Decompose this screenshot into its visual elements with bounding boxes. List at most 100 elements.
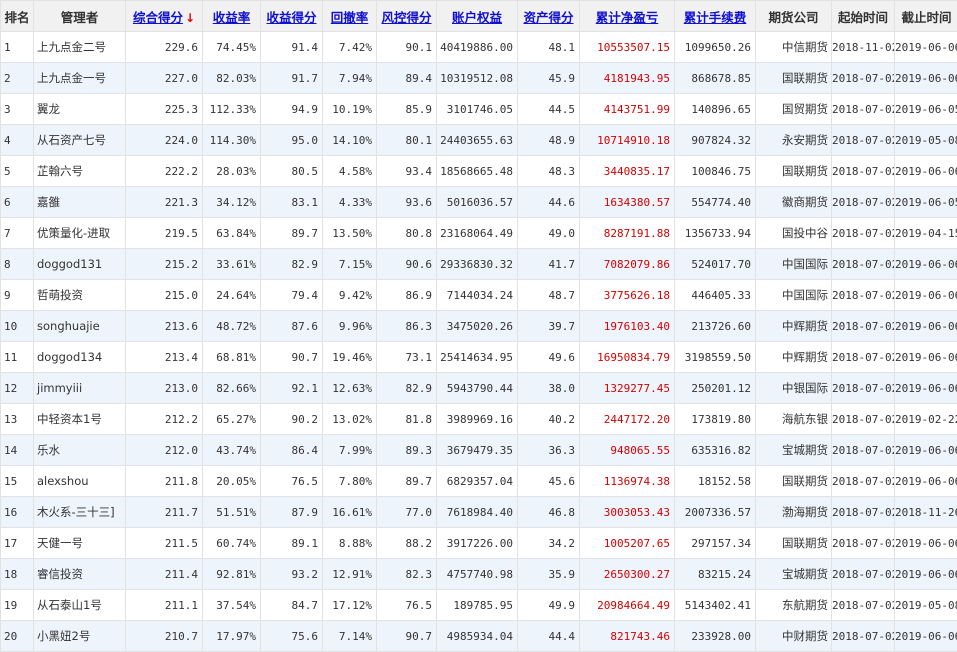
cell-end: 2019-06-05	[895, 94, 957, 125]
cell-net-pnl: 20984664.49	[580, 590, 675, 621]
column-header-return_score[interactable]: 收益得分	[261, 1, 323, 32]
column-header-label[interactable]: 综合得分	[133, 10, 183, 25]
cell-risk-score: 93.4	[377, 156, 437, 187]
cell-risk-score: 93.6	[377, 187, 437, 218]
cell-fees: 297157.34	[675, 528, 756, 559]
column-header-risk_score[interactable]: 风控得分	[377, 1, 437, 32]
cell-asset-score: 48.1	[518, 32, 580, 63]
column-header-label[interactable]: 风控得分	[381, 10, 431, 25]
column-header-label[interactable]: 账户权益	[452, 10, 502, 25]
cell-manager[interactable]: 芷翰六号	[34, 156, 126, 187]
column-header-label[interactable]: 累计手续费	[684, 10, 747, 25]
cell-equity: 40419886.00	[437, 32, 518, 63]
cell-manager[interactable]: 上九点金二号	[34, 32, 126, 63]
column-header-label[interactable]: 资产得分	[523, 10, 573, 25]
column-header-label[interactable]: 回撤率	[331, 10, 369, 25]
cell-asset-score: 40.2	[518, 404, 580, 435]
cell-rank: 18	[1, 559, 34, 590]
cell-risk-score: 89.3	[377, 435, 437, 466]
cell-net-pnl: 3003053.43	[580, 497, 675, 528]
cell-company: 中辉期货	[756, 342, 832, 373]
cell-return: 112.33%	[203, 94, 261, 125]
column-header-equity[interactable]: 账户权益	[437, 1, 518, 32]
cell-equity: 10319512.08	[437, 63, 518, 94]
cell-manager[interactable]: 中轻资本1号	[34, 404, 126, 435]
cell-equity: 5016036.57	[437, 187, 518, 218]
cell-end: 2019-06-06	[895, 249, 957, 280]
cell-manager[interactable]: 从石泰山1号	[34, 590, 126, 621]
cell-return-score: 83.1	[261, 187, 323, 218]
cell-rank: 2	[1, 63, 34, 94]
cell-start: 2018-07-02	[832, 249, 895, 280]
cell-manager[interactable]: alexshou	[34, 466, 126, 497]
cell-return-score: 82.9	[261, 249, 323, 280]
column-header-total[interactable]: 综合得分↓	[126, 1, 203, 32]
cell-risk-score: 73.1	[377, 342, 437, 373]
column-header-fees[interactable]: 累计手续费	[675, 1, 756, 32]
cell-net-pnl: 1634380.57	[580, 187, 675, 218]
cell-risk-score: 82.9	[377, 373, 437, 404]
cell-manager[interactable]: 嘉雒	[34, 187, 126, 218]
cell-manager[interactable]: doggod131	[34, 249, 126, 280]
column-header-label[interactable]: 收益得分	[266, 10, 316, 25]
table-row: 4从石资产七号224.0114.30%95.014.10%80.12440365…	[1, 125, 957, 156]
cell-manager[interactable]: 哲萌投资	[34, 280, 126, 311]
cell-asset-score: 34.2	[518, 528, 580, 559]
column-header-drawdown[interactable]: 回撤率	[323, 1, 377, 32]
table-row: 5芷翰六号222.228.03%80.54.58%93.418568665.48…	[1, 156, 957, 187]
cell-return: 24.64%	[203, 280, 261, 311]
cell-risk-score: 82.3	[377, 559, 437, 590]
cell-drawdown: 13.02%	[323, 404, 377, 435]
cell-net-pnl: 10553507.15	[580, 32, 675, 63]
cell-fees: 524017.70	[675, 249, 756, 280]
cell-rank: 17	[1, 528, 34, 559]
cell-manager[interactable]: 天健一号	[34, 528, 126, 559]
cell-manager[interactable]: doggod134	[34, 342, 126, 373]
cell-risk-score: 90.6	[377, 249, 437, 280]
cell-equity: 6829357.04	[437, 466, 518, 497]
cell-manager[interactable]: songhuajie	[34, 311, 126, 342]
cell-company: 国联期货	[756, 466, 832, 497]
cell-company: 中信期货	[756, 32, 832, 63]
cell-rank: 10	[1, 311, 34, 342]
cell-company: 国联期货	[756, 63, 832, 94]
cell-manager[interactable]: 翼龙	[34, 94, 126, 125]
cell-return-score: 91.4	[261, 32, 323, 63]
column-header-label[interactable]: 收益率	[213, 10, 251, 25]
table-row: 9哲萌投资215.024.64%79.49.42%86.97144034.244…	[1, 280, 957, 311]
cell-drawdown: 4.33%	[323, 187, 377, 218]
cell-asset-score: 45.6	[518, 466, 580, 497]
cell-asset-score: 46.8	[518, 497, 580, 528]
cell-total: 213.4	[126, 342, 203, 373]
cell-total: 211.1	[126, 590, 203, 621]
cell-manager[interactable]: 木火系-三十三]	[34, 497, 126, 528]
cell-equity: 3917226.00	[437, 528, 518, 559]
cell-end: 2019-06-06	[895, 435, 957, 466]
cell-return-score: 93.2	[261, 559, 323, 590]
cell-drawdown: 14.10%	[323, 125, 377, 156]
cell-manager[interactable]: jimmyiii	[34, 373, 126, 404]
cell-manager[interactable]: 优策量化-进取	[34, 218, 126, 249]
cell-manager[interactable]: 睿信投资	[34, 559, 126, 590]
cell-fees: 907824.32	[675, 125, 756, 156]
cell-manager[interactable]: 上九点金一号	[34, 63, 126, 94]
cell-total: 221.3	[126, 187, 203, 218]
cell-end: 2019-06-06	[895, 32, 957, 63]
cell-drawdown: 4.58%	[323, 156, 377, 187]
cell-total: 213.0	[126, 373, 203, 404]
cell-manager[interactable]: 乐水	[34, 435, 126, 466]
cell-return-score: 76.5	[261, 466, 323, 497]
cell-fees: 1356733.94	[675, 218, 756, 249]
column-header-net_pnl[interactable]: 累计净盈亏	[580, 1, 675, 32]
cell-manager[interactable]: 从石资产七号	[34, 125, 126, 156]
column-header-label: 管理者	[61, 10, 99, 25]
column-header-return[interactable]: 收益率	[203, 1, 261, 32]
table-row: 1上九点金二号229.674.45%91.47.42%90.140419886.…	[1, 32, 957, 63]
column-header-asset_score[interactable]: 资产得分	[518, 1, 580, 32]
cell-end: 2019-06-06	[895, 311, 957, 342]
cell-company: 永安期货	[756, 125, 832, 156]
column-header-label[interactable]: 累计净盈亏	[596, 10, 659, 25]
column-header-label: 起始时间	[838, 10, 888, 25]
sort-descending-icon: ↓	[185, 11, 195, 25]
cell-rank: 12	[1, 373, 34, 404]
